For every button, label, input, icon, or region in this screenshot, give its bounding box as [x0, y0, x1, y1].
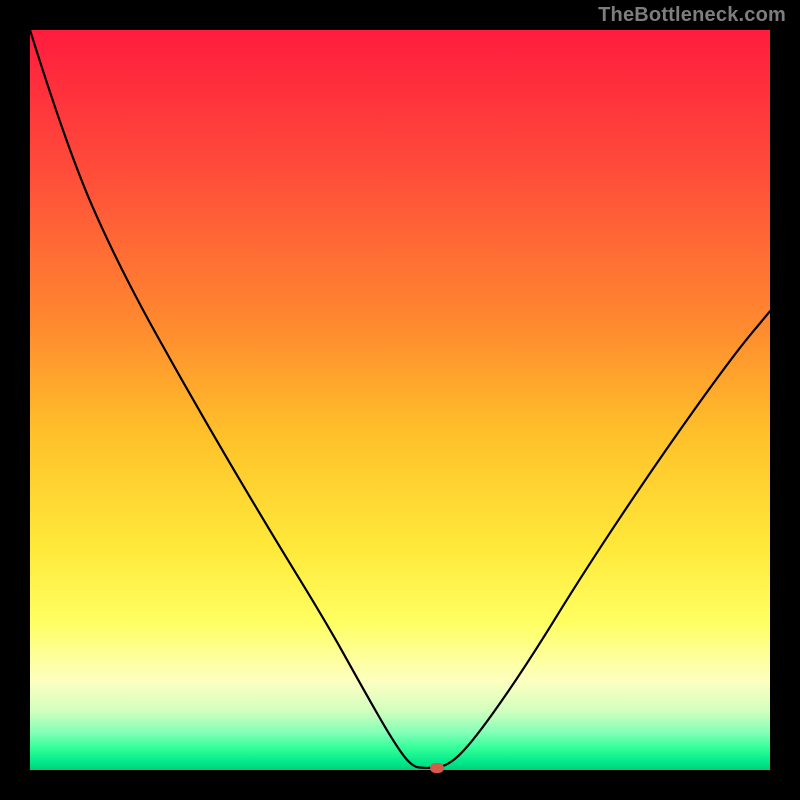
plot-area: [30, 30, 770, 770]
min-marker: [430, 763, 444, 773]
bottleneck-curve: [30, 30, 770, 768]
chart-stage: TheBottleneck.com: [0, 0, 800, 800]
curve-svg: [30, 30, 770, 770]
attribution-label: TheBottleneck.com: [598, 4, 786, 27]
